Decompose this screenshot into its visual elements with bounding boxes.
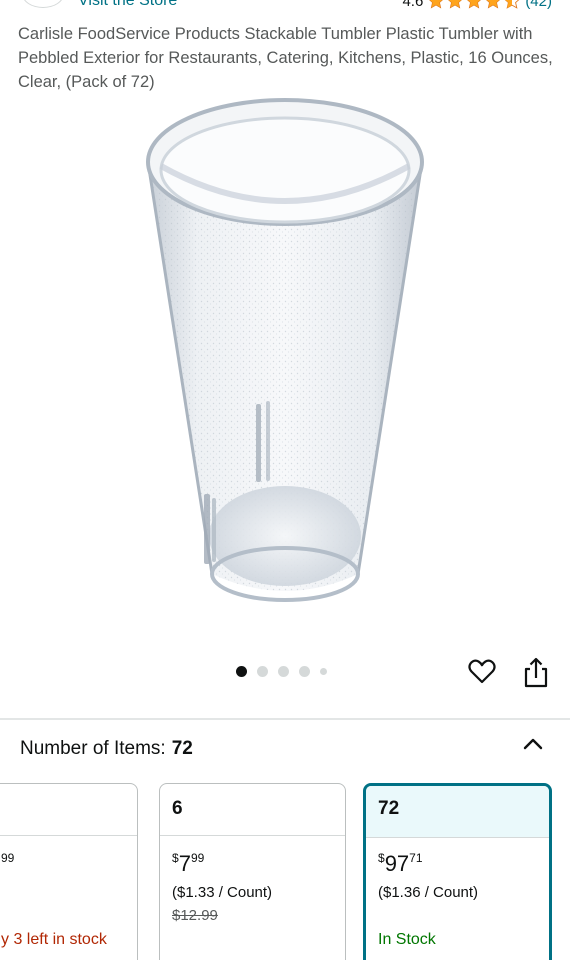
option-quantity: 6 bbox=[160, 784, 345, 836]
option-price: $9771 bbox=[378, 851, 423, 879]
star-icon bbox=[467, 0, 482, 9]
half-star-icon bbox=[505, 0, 520, 9]
visit-store-link[interactable]: Visit the Store bbox=[78, 0, 177, 10]
rating-count[interactable]: (42) bbox=[525, 0, 552, 10]
option-quantity: 72 bbox=[366, 786, 549, 838]
section-divider bbox=[0, 718, 570, 720]
carousel-dot[interactable] bbox=[299, 666, 310, 677]
option-price: $799 bbox=[172, 851, 205, 879]
option-card-selected[interactable]: 72 $9771 ($1.36 / Count) In Stock bbox=[363, 783, 552, 960]
stock-status: In Stock bbox=[378, 931, 436, 948]
carousel-dot[interactable] bbox=[278, 666, 289, 677]
stock-status: y 3 left in stock bbox=[1, 931, 107, 948]
option-card[interactable]: 6 $799 ($1.33 / Count) $12.99 bbox=[159, 783, 346, 960]
price-symbol: $ bbox=[172, 851, 179, 865]
price-whole: 7 bbox=[178, 851, 191, 876]
price-cents: 71 bbox=[409, 851, 423, 865]
price-cents: 99 bbox=[190, 851, 205, 865]
store-logo[interactable] bbox=[22, 0, 64, 8]
carousel-dot[interactable] bbox=[257, 666, 268, 677]
product-image[interactable] bbox=[140, 96, 430, 616]
variation-header: Number of Items: 72 bbox=[20, 738, 193, 760]
option-price: 99 bbox=[1, 851, 15, 879]
variation-label: Number of Items: bbox=[20, 738, 166, 759]
price-cents: 99 bbox=[1, 851, 15, 865]
chevron-up-icon[interactable] bbox=[522, 736, 544, 752]
image-carousel-indicator[interactable] bbox=[236, 666, 327, 677]
star-icon bbox=[486, 0, 501, 9]
star-icon bbox=[448, 0, 463, 9]
option-quantity bbox=[0, 784, 137, 836]
heart-icon[interactable] bbox=[467, 656, 497, 686]
list-price: $12.99 bbox=[172, 907, 218, 924]
carousel-dot[interactable] bbox=[236, 666, 247, 677]
share-icon[interactable] bbox=[521, 656, 551, 688]
unit-price: ($1.36 / Count) bbox=[378, 884, 479, 901]
price-whole: 97 bbox=[384, 851, 410, 876]
variation-selected-value: 72 bbox=[171, 738, 193, 759]
product-title: Carlisle FoodService Products Stackable … bbox=[18, 25, 553, 91]
option-card[interactable]: 99 y 3 left in stock bbox=[0, 783, 138, 960]
star-rating bbox=[427, 0, 521, 10]
store-rating-row: Visit the Store 4.6 (42) bbox=[0, 0, 570, 10]
unit-price: ($1.33 / Count) bbox=[172, 884, 273, 901]
rating-value: 4.6 bbox=[402, 0, 424, 10]
carousel-dot[interactable] bbox=[320, 668, 327, 675]
price-symbol: $ bbox=[378, 851, 385, 865]
rating-summary[interactable]: 4.6 (42) bbox=[402, 0, 552, 10]
star-icon bbox=[429, 0, 444, 9]
